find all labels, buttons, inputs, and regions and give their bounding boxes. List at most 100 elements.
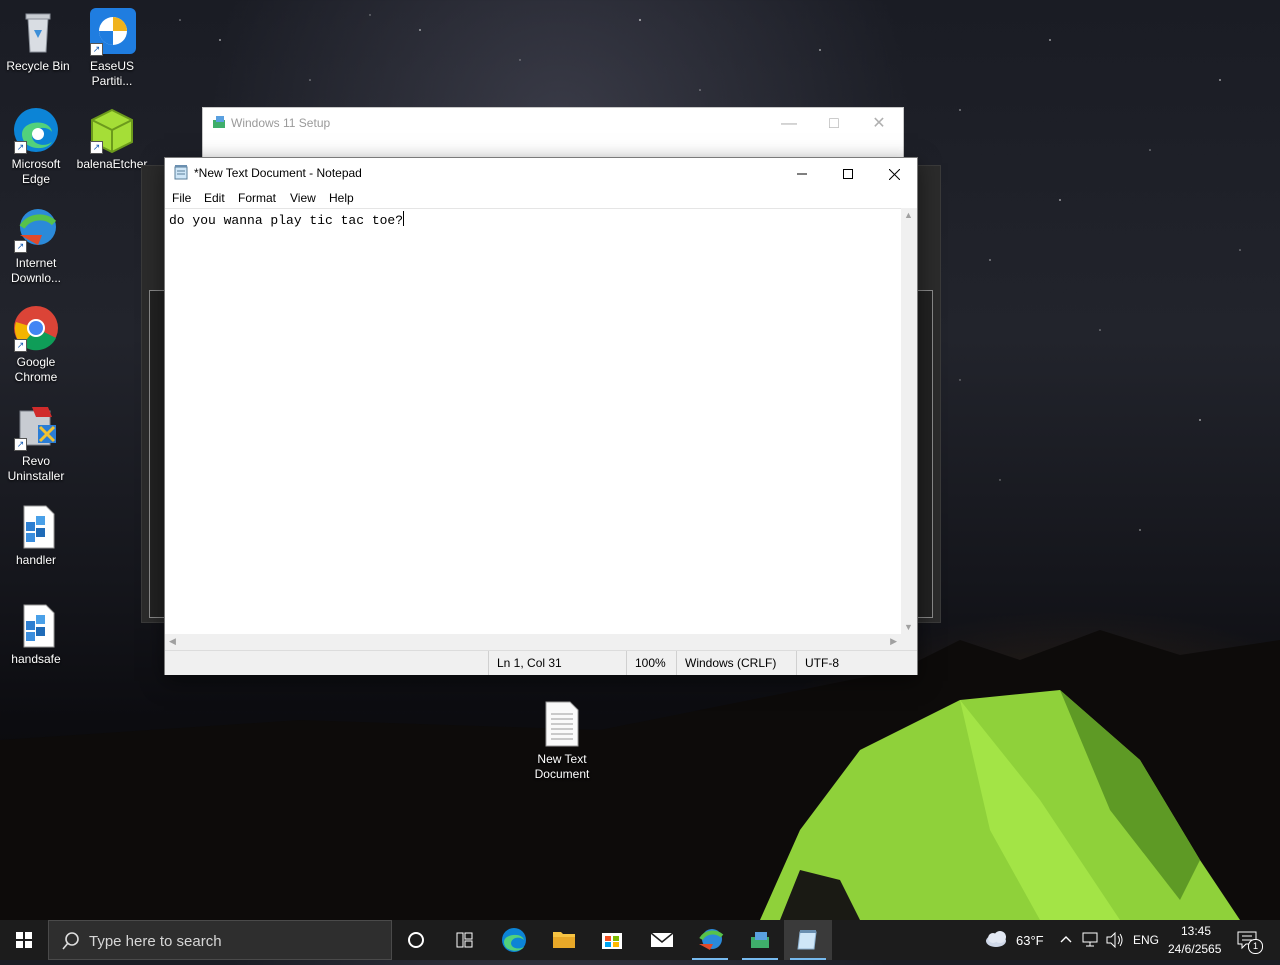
revo-uninstaller-icon: ↗ [12,403,60,451]
scroll-left-icon[interactable]: ◀ [169,636,176,647]
registry-file-icon [12,502,60,550]
clock-date[interactable]: 24/6/2565 [1168,942,1221,956]
close-icon [888,168,900,181]
taskbar-windows-setup[interactable] [736,920,784,960]
desktop-icon-label: Google [16,355,56,369]
task-view-button[interactable] [440,920,488,960]
taskbar-search-box[interactable]: Type here to search [48,920,392,960]
taskbar: Type here to search 63°F ENG 13:45 24/6/… [0,920,1280,960]
desktop-icon-label: Internet [15,256,57,270]
maximize-button[interactable] [825,158,871,188]
input-language[interactable]: ENG [1133,933,1159,947]
document-content: do you wanna play tic tac toe? [169,213,404,228]
desktop-icon-handsafe[interactable]: handsafe [0,601,74,667]
volume-icon[interactable] [1106,931,1124,953]
start-button[interactable] [0,920,48,960]
desktop-icon-revo[interactable]: ↗ Revo Uninstaller [0,403,74,484]
status-encoding: UTF-8 [796,651,905,675]
taskbar-idm[interactable] [686,920,734,960]
file-label: New Text [537,752,587,766]
menu-help[interactable]: Help [329,191,354,205]
desktop-icon-handler[interactable]: handler [0,502,74,568]
store-icon [602,933,622,949]
chevron-up-icon[interactable] [1059,932,1073,951]
notepad-titlebar[interactable]: *New Text Document - Notepad [165,158,917,188]
desktop-icon-label: balenaEtcher [76,157,148,171]
notepad-window-title: *New Text Document - Notepad [194,166,362,180]
desktop-icon-label: handler [15,553,57,567]
folder-icon [553,932,575,948]
setup-close-button[interactable]: ✕ [856,110,902,138]
minimize-button[interactable] [779,158,825,188]
desktop-icon-label: Chrome [14,370,58,384]
registry-file-icon [12,601,60,649]
text-file-icon [542,700,582,748]
menu-format[interactable]: Format [238,191,276,205]
desktop-icon-idm[interactable]: ↗ Internet Downlo... [0,205,74,286]
weather-icon[interactable] [984,930,1010,953]
notification-center-button[interactable]: 1 [1236,930,1263,954]
dialog-list-panel-left [149,290,165,618]
task-view-icon [456,932,473,948]
dialog-list-panel-right [917,290,933,618]
desktop-icon-edge[interactable]: ↗ Microsoft Edge [0,106,74,187]
setup-window-title: Windows 11 Setup [231,116,331,130]
balena-etcher-icon: ↗ [88,106,136,154]
taskbar-notepad[interactable] [784,920,832,960]
notepad-menubar: File Edit Format View Help [165,188,917,208]
desktop-icon-label: Uninstaller [7,469,65,483]
menu-edit[interactable]: Edit [204,191,225,205]
setup-minimize-button[interactable]: — [766,110,812,138]
search-placeholder: Type here to search [89,933,222,950]
file-label: Document [534,767,590,781]
notepad-window[interactable]: *New Text Document - Notepad File Edit F… [164,157,918,675]
scroll-down-icon[interactable]: ▼ [904,622,913,632]
cortana-button[interactable] [392,920,440,960]
desktop-icon-label: Edge [21,172,51,186]
cortana-icon [408,932,424,948]
scroll-right-icon[interactable]: ▶ [890,636,897,647]
internet-download-manager-icon: ↗ [12,205,60,253]
desktop-icon-easeus[interactable]: ↗ EaseUS Partiti... [74,8,150,89]
notepad-app-icon [174,165,188,180]
internet-download-manager-icon [699,929,724,950]
minimize-icon [797,173,807,175]
desktop-icon-new-text-document[interactable]: New Text Document [525,700,599,782]
notepad-icon [797,930,817,950]
clock-time[interactable]: 13:45 [1181,924,1211,938]
setup-maximize-button[interactable]: □ [811,110,857,138]
vertical-scrollbar[interactable]: ▲ ▼ [901,208,917,634]
notepad-text-area[interactable]: do you wanna play tic tac toe? [165,208,901,635]
setup-app-icon [212,115,226,134]
scrollbar-corner [901,634,917,650]
desktop-icon-label: EaseUS [89,59,135,73]
notification-badge: 1 [1248,939,1263,954]
setup-app-icon [751,932,769,948]
document-text: do you wanna play tic tac toe? [169,211,405,229]
taskbar-file-explorer[interactable] [540,920,588,960]
desktop-icon-label: Partiti... [91,74,133,88]
mail-icon [650,932,674,947]
scroll-up-icon[interactable]: ▲ [904,210,913,220]
desktop-icon-recycle-bin[interactable]: Recycle Bin [0,8,76,74]
taskbar-edge[interactable] [490,920,538,960]
desktop-icon-label: Revo [21,454,50,468]
chrome-icon: ↗ [12,304,60,352]
weather-temperature[interactable]: 63°F [1016,933,1044,948]
desktop-icon-balena-etcher[interactable]: ↗ balenaEtcher [74,106,150,172]
close-button[interactable] [871,158,917,188]
windows-logo-icon [16,932,32,948]
search-icon [62,932,79,950]
edge-icon: ↗ [12,106,60,154]
status-cursor-position: Ln 1, Col 31 [488,651,617,675]
taskbar-store[interactable] [588,920,636,960]
desktop-icon-chrome[interactable]: ↗ Google Chrome [0,304,74,385]
horizontal-scrollbar[interactable]: ◀ ▶ [165,634,901,650]
network-icon[interactable] [1082,932,1100,953]
menu-view[interactable]: View [290,191,316,205]
taskbar-mail[interactable] [638,920,686,960]
status-line-ending: Windows (CRLF) [676,651,785,675]
desktop-icon-label: Microsoft [11,157,61,171]
status-zoom: 100% [626,651,675,675]
menu-file[interactable]: File [172,191,191,205]
